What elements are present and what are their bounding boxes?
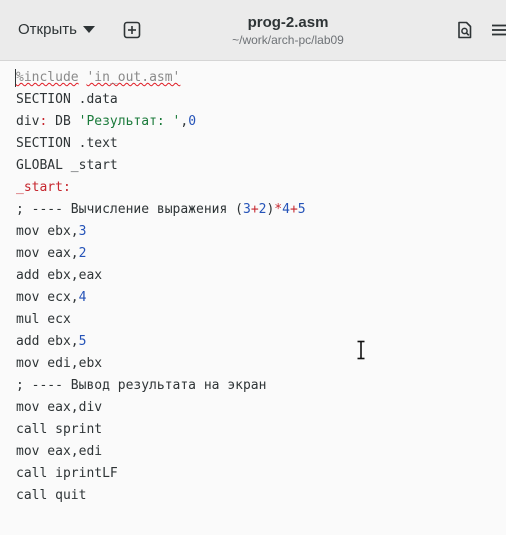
document-search-button[interactable] <box>450 14 480 46</box>
code-line: GLOBAL _start <box>16 158 118 173</box>
code-lines: %include 'in_out.asm' SECTION .data div: D… <box>16 67 306 507</box>
chevron-down-icon <box>82 25 95 33</box>
code-line: mov eax,2 <box>16 246 87 261</box>
ibeam-cursor-icon <box>357 340 365 360</box>
hamburger-menu-icon <box>492 24 506 36</box>
document-search-icon <box>458 21 472 39</box>
code-line: mov eax,edi <box>16 444 103 459</box>
code-line: mov edi,ebx <box>16 356 103 371</box>
new-tab-button[interactable] <box>116 14 148 46</box>
code-line: SECTION .data <box>16 92 118 107</box>
code-line: ; ---- Вычисление выражения (3+2)*4+5 <box>16 202 306 217</box>
code-line: mov ecx,4 <box>16 290 87 305</box>
code-editor[interactable]: %include 'in_out.asm' SECTION .data div: D… <box>0 61 506 535</box>
text-editor-window: Открыть prog-2.asm ~/work/arch-pc/lab09 <box>0 0 506 535</box>
code-line: SECTION .text <box>16 136 118 151</box>
menu-button[interactable] <box>490 14 506 46</box>
code-line: add ebx,eax <box>16 268 103 283</box>
code-line: ; ---- Вывод результата на экран <box>16 378 267 393</box>
code-line: call sprint <box>16 422 103 437</box>
open-button-label: Открыть <box>18 20 77 38</box>
code-line: _start: <box>16 180 71 195</box>
code-line: call quit <box>16 488 87 503</box>
code-line: call iprintLF <box>16 466 118 481</box>
code-line: mul ecx <box>16 312 71 327</box>
code-line: add ebx,5 <box>16 334 87 349</box>
open-button[interactable]: Открыть <box>10 12 103 46</box>
document-title: prog-2.asm <box>247 14 329 31</box>
code-line: mov ebx,3 <box>16 224 87 239</box>
window-title: prog-2.asm ~/work/arch-pc/lab09 <box>190 14 386 48</box>
document-path: ~/work/arch-pc/lab09 <box>232 33 344 47</box>
code-line: %include 'in_out.asm' <box>16 70 181 85</box>
code-line: div: DB 'Результат: ',0 <box>16 114 197 129</box>
code-line: mov eax,div <box>16 400 103 415</box>
new-tab-plus-icon <box>123 21 141 39</box>
header-bar: Открыть prog-2.asm ~/work/arch-pc/lab09 <box>0 0 506 61</box>
